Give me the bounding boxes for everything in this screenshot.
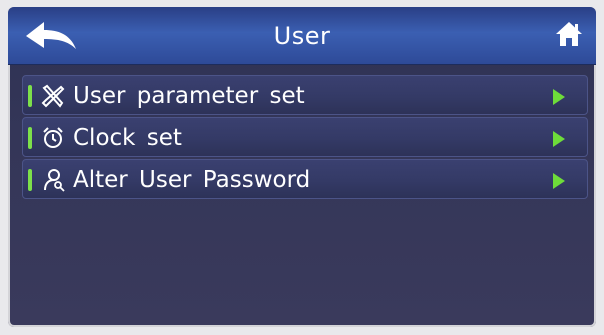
device-screen: User User parameter set Clock set Alter …: [8, 7, 596, 327]
menu-list: User parameter set Clock set Alter User …: [22, 75, 588, 201]
play-arrow-icon: [553, 89, 565, 105]
menu-item-label: Alter User Password: [73, 167, 311, 193]
title-bar: User: [8, 7, 596, 65]
menu-item-label: User parameter set: [73, 83, 305, 109]
alarm-clock-icon: [41, 126, 65, 150]
menu-item-alter-user-password[interactable]: Alter User Password: [22, 159, 588, 199]
tools-icon: [41, 84, 65, 108]
selection-indicator: [28, 85, 32, 107]
home-button[interactable]: [554, 19, 584, 49]
play-arrow-icon: [553, 131, 565, 147]
user-key-icon: [41, 168, 65, 192]
page-title: User: [273, 22, 331, 50]
menu-item-user-parameter-set[interactable]: User parameter set: [22, 75, 588, 115]
selection-indicator: [28, 169, 32, 191]
selection-indicator: [28, 127, 32, 149]
menu-item-label: Clock set: [73, 125, 182, 151]
play-arrow-icon: [553, 173, 565, 189]
menu-item-clock-set[interactable]: Clock set: [22, 117, 588, 157]
home-icon: [556, 22, 582, 46]
